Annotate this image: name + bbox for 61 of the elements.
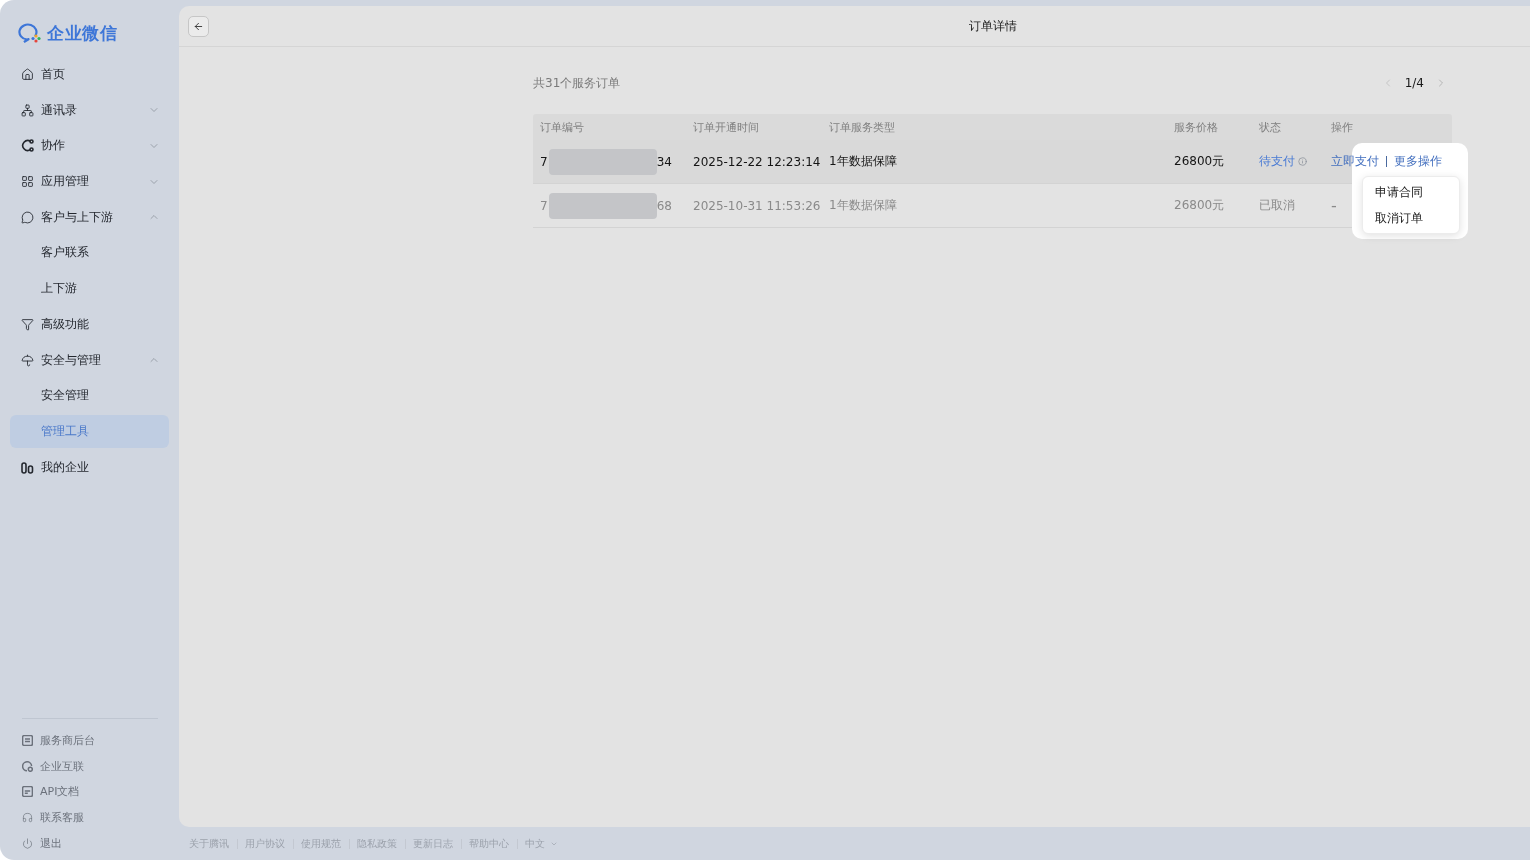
headset-icon <box>22 811 33 823</box>
circles-icon <box>22 760 33 772</box>
sidebar-subitem[interactable]: 管理工具 <box>10 414 169 448</box>
sidebar-subitem[interactable]: 安全管理 <box>10 379 169 413</box>
share-icon <box>21 139 34 153</box>
menu-item[interactable]: 取消订单 <box>1363 205 1459 231</box>
chat-bubble-icon <box>21 210 34 224</box>
sidebar-item[interactable]: 首页 <box>10 58 169 91</box>
sidebar-link[interactable]: 服务商后台 <box>0 727 95 754</box>
column-header: 订单编号 <box>539 119 585 135</box>
column-header: 订单开通时间 <box>692 119 760 135</box>
column-header: 操作 <box>1330 119 1354 135</box>
table-cell-text: 26800元 <box>1173 153 1225 170</box>
funnel-icon <box>21 317 34 331</box>
table-cell-text: 2025-12-22 12:23:14 <box>692 154 821 169</box>
back-arrow-icon <box>193 20 204 32</box>
page-title: 订单详情 <box>968 17 1017 35</box>
page-indicator: 1/4 <box>1404 76 1424 90</box>
sidebar-item[interactable]: 协作 <box>10 129 169 163</box>
column-header: 状态 <box>1258 119 1282 135</box>
table-cell-text: 26800元 <box>1173 197 1225 214</box>
sidebar-subitem[interactable]: 客户联系 <box>10 236 169 270</box>
sidebar-link[interactable]: 退出 <box>0 830 62 856</box>
org-chart-icon <box>21 103 34 117</box>
order-number-suffix: 34 <box>656 154 672 169</box>
panel-icon <box>22 734 33 746</box>
table-cell-text: 1年数据保障 <box>828 153 897 170</box>
document-icon <box>22 786 33 798</box>
logo-icon <box>18 22 42 44</box>
back-button[interactable] <box>188 15 209 37</box>
column-header: 服务价格 <box>1173 119 1219 135</box>
status-text: 已取消 <box>1259 197 1295 214</box>
pay-link[interactable]: 立即支付 <box>1331 153 1379 170</box>
grid-icon <box>21 175 34 189</box>
sidebar-subitem[interactable]: 上下游 <box>10 272 169 306</box>
column-header: 订单服务类型 <box>828 119 896 135</box>
power-icon <box>22 837 33 849</box>
sidebar-link[interactable]: API文档 <box>0 778 80 805</box>
sidebar-item[interactable]: 我的企业 <box>10 450 169 484</box>
status-text: 待支付 <box>1259 153 1295 170</box>
sidebar-item[interactable]: 高级功能 <box>10 307 169 341</box>
menu-item[interactable]: 申请合同 <box>1363 179 1459 205</box>
umbrella-icon <box>21 353 34 367</box>
sidebar-item[interactable]: 安全与管理 <box>10 343 169 377</box>
sidebar-item[interactable]: 客户与上下游 <box>10 200 169 234</box>
sidebar-link[interactable]: 企业互联 <box>0 753 84 779</box>
more-actions-link[interactable]: 更多操作 <box>1394 153 1442 170</box>
table-cell-text: 2025-10-31 11:53:26 <box>692 198 821 213</box>
bars-icon <box>21 460 34 474</box>
order-number-suffix: 68 <box>656 198 672 213</box>
sidebar-link[interactable]: 联系客服 <box>0 804 84 831</box>
home-icon <box>21 68 34 81</box>
table-cell: - <box>1331 196 1337 215</box>
info-icon <box>1298 157 1307 166</box>
order-number-prefix: 7 <box>540 198 548 213</box>
logo-text: 企业微信 <box>47 21 117 45</box>
sidebar-item[interactable]: 通讯录 <box>10 93 169 127</box>
order-count-text: 共31个服务订单 <box>533 74 621 92</box>
sidebar-item[interactable]: 应用管理 <box>10 165 169 199</box>
table-cell-text: 1年数据保障 <box>828 197 897 214</box>
order-number-prefix: 7 <box>540 154 548 169</box>
